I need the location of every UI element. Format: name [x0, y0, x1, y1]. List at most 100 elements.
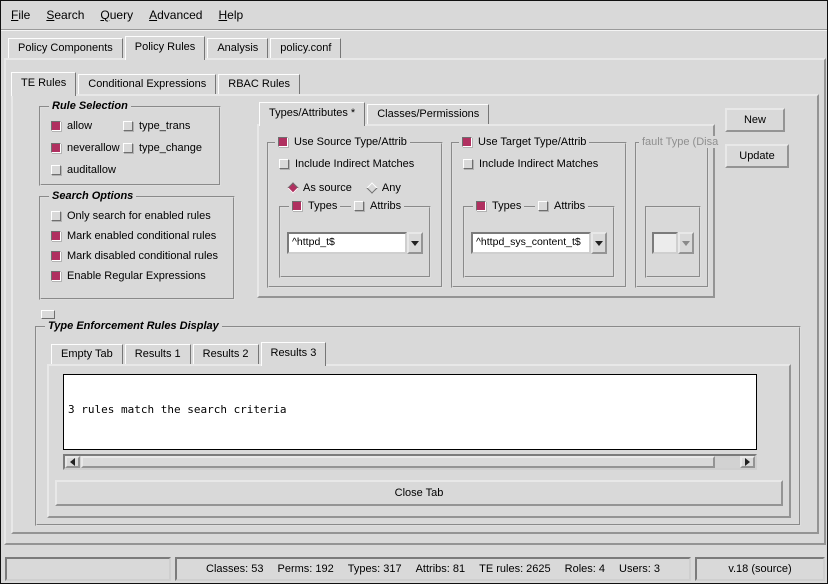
checkbox-enable-regex[interactable]: Enable Regular Expressions: [51, 270, 206, 282]
checkbox-mark-disabled-label: Mark disabled conditional rules: [67, 250, 218, 262]
checkbox-source-attribs-label: Attribs: [370, 200, 401, 212]
checkbox-enable-regex-label: Enable Regular Expressions: [67, 270, 206, 282]
checkbox-allow-indicator: [51, 121, 61, 131]
rule-selection-title: Rule Selection: [49, 100, 131, 112]
scroll-left-button[interactable]: [65, 456, 80, 468]
results-text-area[interactable]: 3 rules match the search criteria (5822)…: [63, 374, 757, 450]
tab-te-rules[interactable]: TE Rules: [11, 72, 76, 96]
target-type-combo-value[interactable]: ^httpd_sys_content_t$: [471, 232, 591, 254]
checkbox-target-types[interactable]: Types: [473, 200, 524, 212]
checkbox-source-types-label: Types: [308, 200, 337, 212]
tab-types-attributes[interactable]: Types/Attributes *: [259, 102, 365, 126]
tab-results-2[interactable]: Results 2: [193, 344, 259, 364]
menu-advanced[interactable]: Advanced: [149, 8, 202, 22]
target-type-combo-dropdown-button[interactable]: [591, 232, 607, 254]
checkbox-enable-regex-indicator: [51, 271, 61, 281]
checkbox-target-attribs[interactable]: Attribs: [535, 200, 588, 212]
status-segment-left: [5, 557, 171, 581]
checkbox-source-indirect-label: Include Indirect Matches: [295, 158, 414, 170]
checkbox-use-target-indicator: [462, 137, 472, 147]
checkbox-target-types-label: Types: [492, 200, 521, 212]
tab-analysis[interactable]: Analysis: [207, 38, 268, 58]
horizontal-scrollbar[interactable]: [63, 454, 757, 470]
tab-classes-permissions[interactable]: Classes/Permissions: [367, 104, 489, 124]
checkbox-source-attribs[interactable]: Attribs: [351, 200, 404, 212]
checkbox-use-source-label: Use Source Type/Attrib: [294, 136, 407, 148]
radio-as-source-label: As source: [303, 182, 352, 194]
update-button[interactable]: Update: [725, 144, 789, 168]
status-users: Users: 3: [619, 563, 660, 575]
checkbox-mark-enabled-conditional[interactable]: Mark enabled conditional rules: [51, 230, 216, 242]
default-type-group: fault Type (Disa: [635, 142, 709, 288]
status-attribs: Attribs: 81: [416, 563, 466, 575]
checkbox-source-attribs-indicator: [354, 201, 364, 211]
scrollbar-track[interactable]: [80, 456, 740, 468]
default-type-inner-box: [645, 206, 701, 278]
checkbox-use-source-indicator: [278, 137, 288, 147]
checkbox-target-indirect[interactable]: Include Indirect Matches: [463, 158, 598, 170]
menu-query[interactable]: Query: [100, 8, 133, 22]
status-roles: Roles: 4: [565, 563, 605, 575]
status-types: Types: 317: [348, 563, 402, 575]
checkbox-use-target-label: Use Target Type/Attrib: [478, 136, 586, 148]
radio-any-indicator: [366, 182, 377, 193]
radio-as-source[interactable]: As source: [289, 182, 352, 194]
source-types-attribs-box: Types Attribs ^httpd_t$: [279, 206, 431, 278]
target-type-combo[interactable]: ^httpd_sys_content_t$: [471, 232, 607, 254]
menu-file[interactable]: File: [11, 8, 30, 22]
pane-sash-handle[interactable]: [41, 310, 55, 319]
checkbox-neverallow-indicator: [51, 143, 61, 153]
results-pane: 3 rules match the search criteria (5822)…: [47, 364, 791, 518]
checkbox-target-attribs-label: Attribs: [554, 200, 585, 212]
checkbox-use-target-type[interactable]: Use Target Type/Attrib: [459, 136, 589, 148]
checkbox-source-indirect-indicator: [279, 159, 289, 169]
radio-any[interactable]: Any: [368, 182, 401, 194]
types-attrib-tab-bar: Types/Attributes * Classes/Permissions: [259, 100, 491, 124]
close-tab-button[interactable]: Close Tab: [55, 480, 783, 506]
checkbox-source-types[interactable]: Types: [289, 200, 340, 212]
menu-search[interactable]: Search: [46, 8, 84, 22]
chevron-down-icon: [411, 241, 419, 246]
menu-help[interactable]: Help: [218, 8, 243, 22]
tab-rbac-rules[interactable]: RBAC Rules: [218, 74, 300, 94]
checkbox-neverallow[interactable]: neverallow: [51, 142, 120, 154]
checkbox-use-source-type[interactable]: Use Source Type/Attrib: [275, 136, 410, 148]
te-rules-pane: Rule Selection allow neverallow auditall…: [11, 94, 819, 534]
checkbox-only-enabled-rules[interactable]: Only search for enabled rules: [51, 210, 211, 222]
status-segment-version: v.18 (source): [695, 557, 825, 581]
checkbox-type-trans[interactable]: type_trans: [123, 120, 190, 132]
tab-results-1[interactable]: Results 1: [125, 344, 191, 364]
checkbox-only-enabled-label: Only search for enabled rules: [67, 210, 211, 222]
scroll-right-button[interactable]: [740, 456, 755, 468]
scrollbar-thumb[interactable]: [81, 456, 715, 468]
status-te-rules: TE rules: 2625: [479, 563, 551, 575]
checkbox-auditallow-label: auditallow: [67, 164, 116, 176]
policy-rules-pane: TE Rules Conditional Expressions RBAC Ru…: [4, 58, 826, 545]
tab-results-3[interactable]: Results 3: [261, 342, 327, 366]
search-options-title: Search Options: [49, 190, 136, 202]
source-type-combo-value[interactable]: ^httpd_t$: [287, 232, 407, 254]
default-type-title: fault Type (Disa: [639, 136, 721, 148]
new-button[interactable]: New: [725, 108, 785, 132]
checkbox-allow[interactable]: allow: [51, 120, 92, 132]
checkbox-mark-disabled-conditional[interactable]: Mark disabled conditional rules: [51, 250, 218, 262]
tab-conditional-expressions[interactable]: Conditional Expressions: [78, 74, 216, 94]
checkbox-mark-disabled-indicator: [51, 251, 61, 261]
tab-policy-components[interactable]: Policy Components: [8, 38, 123, 58]
checkbox-source-indirect[interactable]: Include Indirect Matches: [279, 158, 414, 170]
checkbox-allow-label: allow: [67, 120, 92, 132]
results-header: 3 rules match the search criteria: [68, 403, 752, 416]
status-classes: Classes: 53: [206, 563, 263, 575]
checkbox-auditallow[interactable]: auditallow: [51, 164, 116, 176]
tab-empty[interactable]: Empty Tab: [51, 344, 123, 364]
checkbox-type-change[interactable]: type_change: [123, 142, 202, 154]
tab-policy-conf[interactable]: policy.conf: [270, 38, 341, 58]
tab-policy-rules[interactable]: Policy Rules: [125, 36, 206, 60]
source-type-combo-dropdown-button[interactable]: [407, 232, 423, 254]
default-type-combo-value: [652, 232, 678, 254]
default-type-combo: [652, 232, 694, 254]
menu-bar: File Search Query Advanced Help: [1, 1, 827, 30]
target-types-attribs-box: Types Attribs ^httpd_sys_content_t$: [463, 206, 615, 278]
source-radio-row: As source Any: [289, 182, 401, 194]
source-type-combo[interactable]: ^httpd_t$: [287, 232, 423, 254]
